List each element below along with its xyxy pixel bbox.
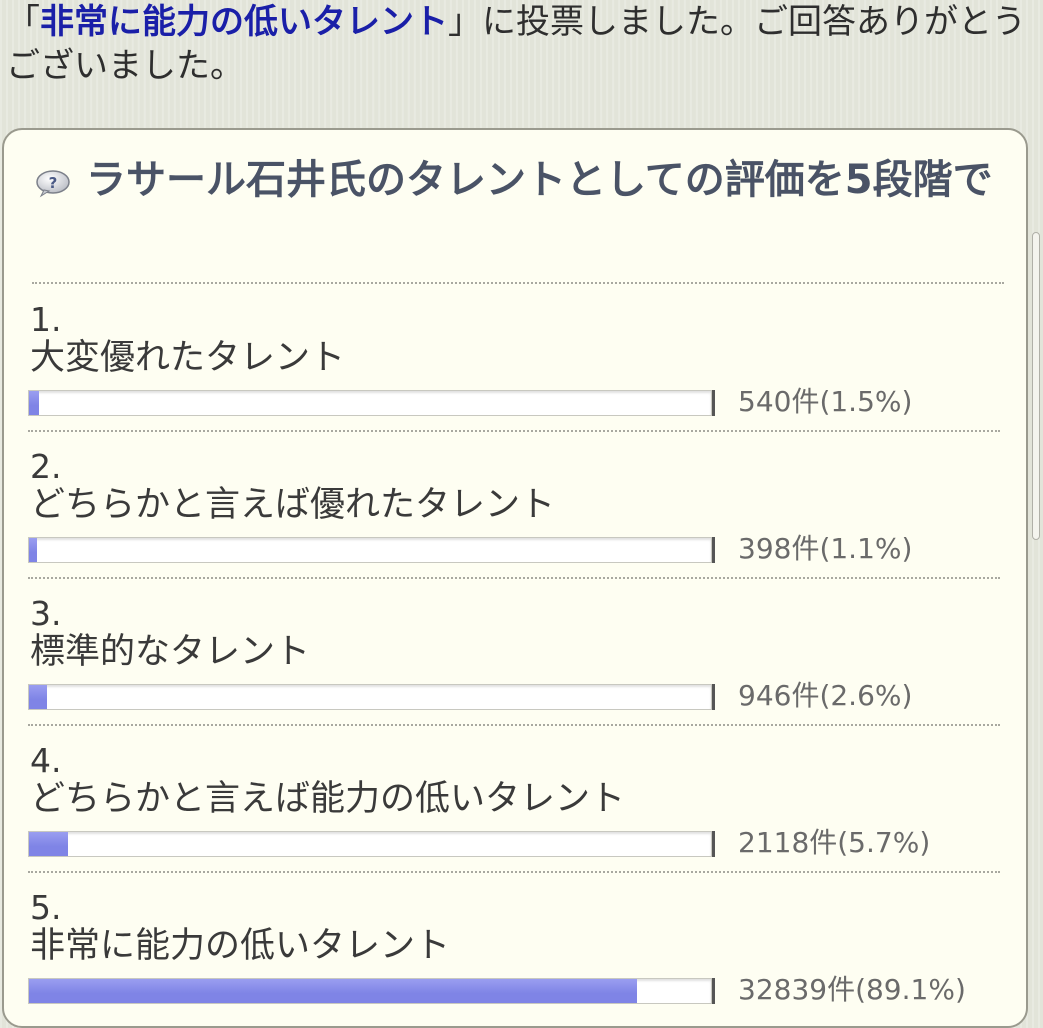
result-bar-fill <box>29 685 47 709</box>
result-bar-track <box>28 978 712 1004</box>
result-bar-end-cap <box>712 831 715 857</box>
result-bar-end-cap <box>712 537 715 563</box>
option-label: 大変優れたタレント <box>30 338 346 378</box>
svg-text:?: ? <box>49 174 58 192</box>
option-label: どちらかと言えば能力の低いタレント <box>30 779 626 819</box>
vote-confirmation-message: 「非常に能力の低いタレント」に投票しました。ご回答ありがとうございました。 <box>6 0 1036 88</box>
result-bar-track <box>28 390 712 416</box>
divider <box>28 577 1000 579</box>
poll-option-5: 5. 非常に能力の低いタレント 32839件(89.1%) <box>28 890 1000 1020</box>
result-bar-track <box>28 831 712 857</box>
option-vote-count: 2118件(5.7%) <box>738 826 931 859</box>
page-scrollbar[interactable] <box>1032 232 1040 540</box>
poll-option-3: 3. 標準的なタレント 946件(2.6%) <box>28 596 1000 726</box>
divider <box>32 282 1004 284</box>
result-bar-fill <box>29 538 37 562</box>
result-bar-track <box>28 537 712 563</box>
result-bar-end-cap <box>712 390 715 416</box>
option-label: 標準的なタレント <box>30 632 311 672</box>
option-vote-count: 946件(2.6%) <box>738 679 913 712</box>
option-label: どちらかと言えば優れたタレント <box>30 485 556 525</box>
result-bar-fill <box>29 391 40 415</box>
question-bubble-icon: ? <box>34 168 72 198</box>
option-vote-count: 540件(1.5%) <box>738 385 913 418</box>
divider <box>28 430 1000 432</box>
voted-choice-link[interactable]: 非常に能力の低いタレント <box>40 2 448 42</box>
option-number: 4. <box>30 741 62 780</box>
poll-title: ラサール石井氏のタレントとしての評価を5段階で <box>86 157 993 203</box>
option-vote-count: 398件(1.1%) <box>738 532 913 565</box>
vote-message-prefix: 「 <box>6 2 40 42</box>
divider <box>28 871 1000 873</box>
option-number: 2. <box>30 447 62 486</box>
option-label: 非常に能力の低いタレント <box>30 926 451 966</box>
option-number: 3. <box>30 594 62 633</box>
result-bar-fill <box>29 832 68 856</box>
divider <box>28 724 1000 726</box>
option-vote-count: 32839件(89.1%) <box>738 973 966 1006</box>
option-number: 5. <box>30 888 62 927</box>
result-bar-end-cap <box>712 684 715 710</box>
poll-option-4: 4. どちらかと言えば能力の低いタレント 2118件(5.7%) <box>28 743 1000 873</box>
option-number: 1. <box>30 300 62 339</box>
result-bar-track <box>28 684 712 710</box>
result-bar-end-cap <box>712 978 715 1004</box>
poll-option-2: 2. どちらかと言えば優れたタレント 398件(1.1%) <box>28 449 1000 579</box>
result-bar-fill <box>29 979 637 1003</box>
poll-option-1: 1. 大変優れたタレント 540件(1.5%) <box>28 302 1000 432</box>
